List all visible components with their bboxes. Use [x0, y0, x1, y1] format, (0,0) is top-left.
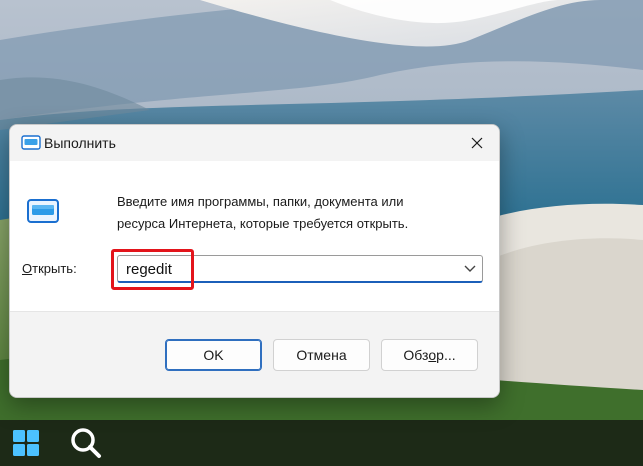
browse-label-post: р... [436, 347, 456, 363]
close-icon [471, 137, 483, 149]
run-icon [27, 199, 59, 223]
close-button[interactable] [455, 125, 499, 161]
browse-label-accelerator: о [428, 347, 437, 363]
browse-button[interactable]: Обз о р... [381, 339, 478, 371]
windows-start-icon[interactable] [11, 428, 41, 458]
search-icon[interactable] [68, 425, 104, 461]
command-input[interactable] [118, 256, 456, 282]
open-label-text: ткрыть: [32, 261, 77, 276]
description-text: Введите имя программы, папки, документа … [117, 191, 477, 235]
run-icon [21, 135, 41, 150]
command-combobox[interactable] [117, 255, 483, 283]
description-line: Введите имя программы, папки, документа … [117, 194, 404, 209]
title-bar[interactable]: Выполнить [10, 125, 499, 161]
run-dialog: Выполнить Введите имя программы, папки, … [9, 124, 500, 398]
cancel-button[interactable]: Отмена [273, 339, 370, 371]
dialog-footer: OK Отмена Обз о р... [10, 311, 499, 397]
open-label-accelerator: О [22, 261, 33, 276]
ok-button[interactable]: OK [165, 339, 262, 371]
dialog-body: Введите имя программы, папки, документа … [10, 161, 499, 311]
browse-label-pre: Обз [403, 347, 429, 363]
description-line: ресурса Интернета, которые требуется отк… [117, 216, 409, 231]
open-label: Открыть: [22, 261, 77, 276]
chevron-down-icon[interactable] [462, 262, 478, 276]
window-title: Выполнить [44, 135, 116, 151]
